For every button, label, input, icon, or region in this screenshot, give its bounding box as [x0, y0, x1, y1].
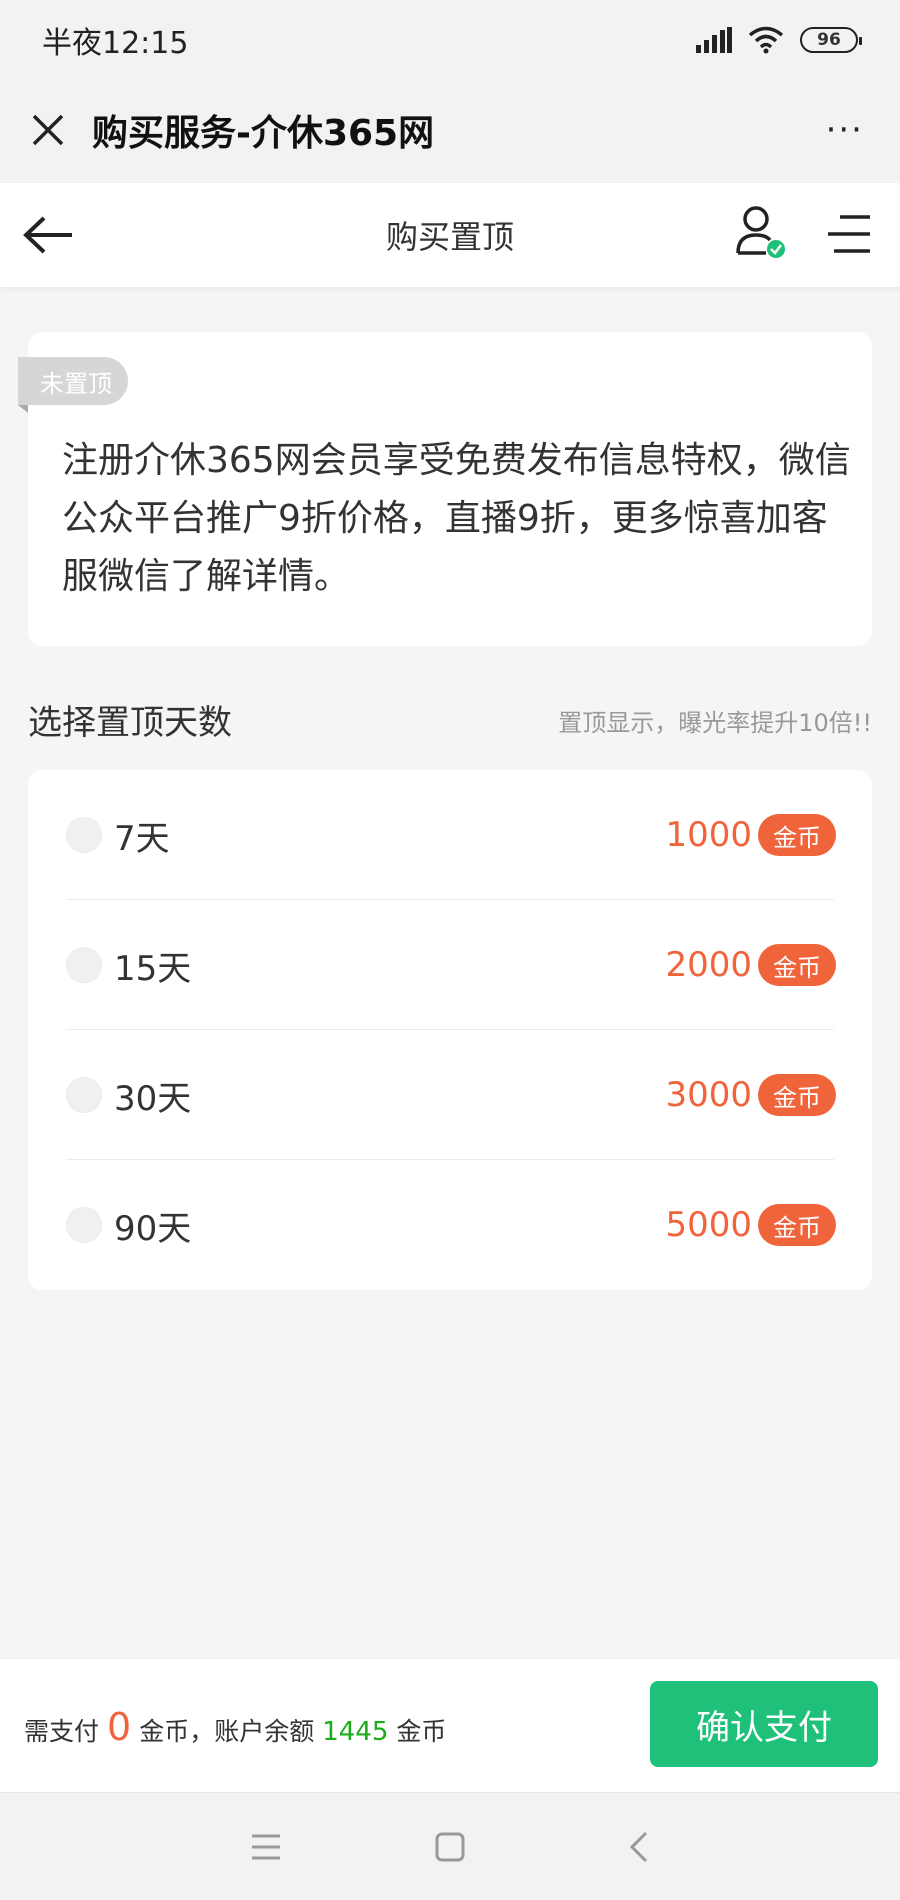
pay-bar: 需支付 0 金币，账户余额 1445 金币 确认支付 — [0, 1658, 900, 1792]
nav-menu-icon[interactable] — [246, 1827, 286, 1867]
user-verified-icon — [736, 206, 785, 258]
page-title: 购买置顶 — [385, 218, 514, 256]
option-price: 5000 — [665, 1205, 752, 1245]
battery-level: 96 — [817, 30, 841, 50]
status-time: 半夜12:15 — [42, 26, 189, 61]
user-button[interactable] — [736, 205, 788, 261]
option-row-90[interactable]: 90天 5000 金币 — [28, 1160, 872, 1290]
system-nav-bar — [0, 1792, 900, 1900]
coin-badge: 金币 — [758, 814, 836, 856]
option-price: 3000 — [665, 1075, 752, 1115]
radio-button[interactable] — [66, 947, 102, 983]
menu-icon — [828, 215, 870, 253]
section-title: 选择置顶天数 — [28, 703, 232, 743]
signal-icon — [696, 27, 732, 53]
wechat-title-bar: 购买服务-介休365网 ··· — [0, 80, 900, 180]
option-price: 2000 — [665, 945, 752, 985]
battery-icon: 96 — [800, 27, 862, 53]
section-hint: 置顶显示，曝光率提升10倍!! — [558, 709, 872, 737]
balance-amount: 1445 — [322, 1717, 389, 1747]
back-button[interactable] — [22, 209, 78, 261]
option-row-30[interactable]: 30天 3000 金币 — [28, 1030, 872, 1160]
option-days: 7天 — [114, 818, 170, 859]
status-bar: 半夜12:15 96 — [0, 0, 900, 80]
confirm-pay-button[interactable]: 确认支付 — [650, 1681, 878, 1767]
more-icon[interactable]: ··· — [818, 110, 872, 150]
back-arrow-icon — [23, 216, 72, 254]
menu-button[interactable] — [826, 211, 872, 257]
coin-badge: 金币 — [758, 1074, 836, 1116]
status-badge: 未置顶 — [18, 357, 128, 413]
option-days: 90天 — [114, 1208, 192, 1249]
option-days: 30天 — [114, 1078, 192, 1119]
pay-need-label: 需支付 — [24, 1717, 100, 1746]
radio-button[interactable] — [66, 1207, 102, 1243]
option-row-7[interactable]: 7天 1000 金币 — [28, 770, 872, 900]
notice-text: 注册介休365网会员享受免费发布信息特权，微信公众平台推广9折价格，直播9折，更… — [62, 440, 851, 597]
radio-button[interactable] — [66, 1077, 102, 1113]
coin-badge: 金币 — [758, 944, 836, 986]
status-indicators: 96 — [696, 26, 862, 54]
coin-badge: 金币 — [758, 1204, 836, 1246]
close-icon — [32, 114, 64, 146]
wechat-page-title: 购买服务-介休365网 — [92, 113, 435, 154]
page-header: 购买置顶 — [0, 183, 900, 287]
nav-back-icon[interactable] — [620, 1827, 660, 1867]
balance-unit: 金币 — [396, 1717, 447, 1746]
pay-unit-balance-label: 金币，账户余额 — [139, 1717, 315, 1746]
options-list: 7天 1000 金币 15天 2000 金币 30天 3000 金币 90天 5… — [28, 770, 872, 1290]
close-button[interactable] — [28, 110, 68, 150]
pay-amount: 0 — [107, 1705, 132, 1749]
option-row-15[interactable]: 15天 2000 金币 — [28, 900, 872, 1030]
pay-summary: 需支付 0 金币，账户余额 1445 金币 — [24, 1705, 446, 1749]
option-price: 1000 — [665, 815, 752, 855]
notice-card: 未置顶 注册介休365网会员享受免费发布信息特权，微信公众平台推广9折价格，直播… — [18, 332, 872, 646]
nav-home-icon[interactable] — [430, 1827, 470, 1867]
radio-button[interactable] — [66, 817, 102, 853]
option-days: 15天 — [114, 948, 192, 989]
wifi-icon — [748, 26, 784, 54]
